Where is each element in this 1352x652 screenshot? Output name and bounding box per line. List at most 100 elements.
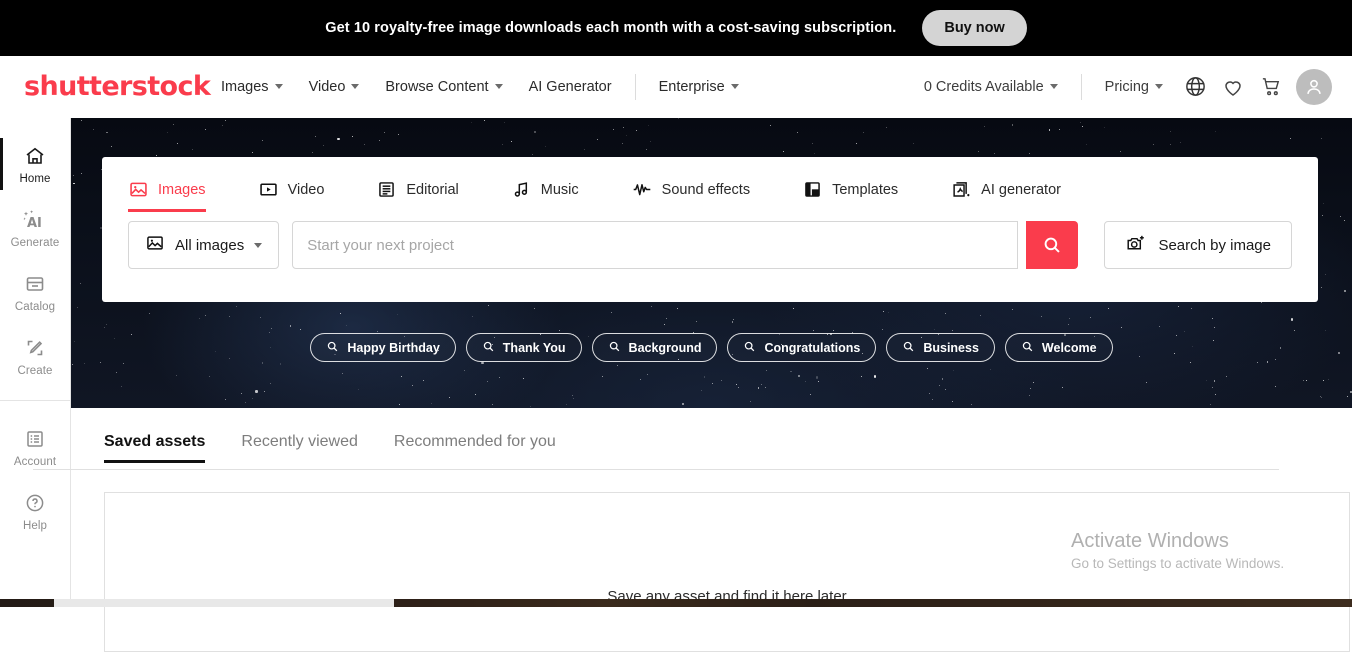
search-by-image-button[interactable]: Search by image	[1104, 221, 1292, 269]
taskbar-highlight	[54, 599, 394, 607]
editorial-doc-icon	[376, 179, 397, 200]
chip-label: Welcome	[1042, 341, 1097, 355]
promo-message: Get 10 royalty-free image downloads each…	[325, 20, 896, 36]
nav-divider	[635, 74, 636, 100]
tab-sound-effects[interactable]: Sound effects	[631, 179, 750, 212]
ai-sparkle-icon: AI	[22, 207, 48, 233]
chevron-down-icon	[275, 84, 283, 89]
tab-editorial[interactable]: Editorial	[376, 179, 458, 212]
waveform-icon	[631, 179, 653, 200]
pricing-menu[interactable]: Pricing	[1092, 73, 1176, 101]
nav-item-images-label: Images	[221, 79, 269, 95]
nav-item-browse-content-label: Browse Content	[385, 79, 488, 95]
search-controls-row: All images	[102, 213, 1318, 269]
search-icon	[902, 340, 915, 356]
tab-saved-assets[interactable]: Saved assets	[104, 433, 205, 463]
tab-video[interactable]: Video	[258, 179, 325, 212]
sidebar-item-home[interactable]: Home	[0, 132, 70, 196]
heart-icon	[1221, 75, 1245, 99]
cart-icon	[1260, 75, 1283, 98]
logo-text: shutterstock	[24, 71, 210, 102]
chip-background[interactable]: Background	[592, 333, 718, 362]
templates-layout-icon	[802, 179, 823, 200]
search-icon	[326, 340, 339, 356]
chevron-down-icon	[495, 84, 503, 89]
search-icon	[1041, 234, 1063, 256]
search-by-image-label: Search by image	[1158, 237, 1271, 254]
main-content-area: Saved assets Recently viewed Recommended…	[71, 408, 1352, 607]
chip-welcome[interactable]: Welcome	[1005, 333, 1113, 362]
favorites-button[interactable]	[1214, 68, 1252, 106]
search-submit-button[interactable]	[1026, 221, 1078, 269]
search-icon	[608, 340, 621, 356]
buy-now-button[interactable]: Buy now	[922, 10, 1026, 46]
nav-item-ai-generator-label: AI Generator	[529, 79, 612, 95]
sidebar-item-generate[interactable]: AI Generate	[0, 196, 70, 260]
chevron-down-icon	[731, 84, 739, 89]
search-icon	[1021, 340, 1034, 356]
tab-sound-effects-label: Sound effects	[662, 182, 750, 198]
sidebar-secondary-group: Account Help	[0, 401, 70, 543]
nav-item-ai-generator[interactable]: AI Generator	[516, 73, 625, 101]
promo-banner: Get 10 royalty-free image downloads each…	[0, 0, 1352, 56]
catalog-icon	[23, 271, 47, 297]
avatar-icon	[1303, 76, 1325, 98]
search-field-wrapper	[292, 221, 1018, 269]
credits-menu[interactable]: 0 Credits Available	[911, 73, 1071, 101]
tab-music-label: Music	[541, 182, 579, 198]
tab-templates[interactable]: Templates	[802, 179, 898, 212]
sidebar-item-generate-label: Generate	[11, 237, 60, 249]
image-icon	[145, 233, 165, 257]
chip-business[interactable]: Business	[886, 333, 995, 362]
hero-banner: Images Video	[71, 118, 1352, 408]
tab-ai-generator-label: AI generator	[981, 182, 1061, 198]
search-input[interactable]	[293, 222, 1017, 268]
tab-ai-generator[interactable]: AI generator	[950, 179, 1061, 213]
chip-congratulations[interactable]: Congratulations	[727, 333, 876, 362]
nav-item-enterprise-label: Enterprise	[659, 79, 725, 95]
language-globe-button[interactable]	[1176, 68, 1214, 106]
cart-button[interactable]	[1252, 68, 1290, 106]
sidebar-item-catalog-label: Catalog	[15, 301, 55, 313]
asset-type-dropdown[interactable]: All images	[128, 221, 279, 269]
tab-recently-viewed[interactable]: Recently viewed	[241, 433, 358, 463]
sidebar-item-catalog[interactable]: Catalog	[0, 260, 70, 324]
credits-label: 0 Credits Available	[924, 79, 1044, 95]
tab-images[interactable]: Images	[128, 179, 206, 212]
music-note-icon	[511, 179, 532, 200]
content-tabs: Saved assets Recently viewed Recommended…	[104, 433, 1350, 463]
sidebar-item-create[interactable]: Create	[0, 324, 70, 388]
chevron-down-icon	[254, 243, 262, 248]
tab-music[interactable]: Music	[511, 179, 579, 212]
video-play-icon	[258, 179, 279, 200]
account-list-icon	[23, 426, 47, 452]
chip-thank-you[interactable]: Thank You	[466, 333, 582, 362]
nav-item-video[interactable]: Video	[296, 73, 373, 101]
empty-state-card: Save any asset and find it here later	[104, 492, 1350, 652]
chevron-down-icon	[1050, 84, 1058, 89]
content-tabs-rule	[33, 469, 1279, 470]
account-avatar-button[interactable]	[1296, 69, 1332, 105]
nav-item-images[interactable]: Images	[208, 73, 296, 101]
suggested-search-chips: Happy Birthday Thank You Background	[71, 333, 1352, 362]
nav-right-cluster: 0 Credits Available Pricing	[911, 68, 1352, 106]
nav-item-video-label: Video	[309, 79, 346, 95]
chip-label: Congratulations	[764, 341, 860, 355]
sidebar-item-account-label: Account	[14, 456, 56, 468]
home-icon	[23, 143, 47, 169]
sidebar-item-help[interactable]: Help	[0, 479, 70, 543]
camera-plus-icon	[1125, 232, 1147, 258]
left-sidebar: Home AI Generate Catalog	[0, 118, 71, 607]
image-icon	[128, 179, 149, 200]
nav-item-browse-content[interactable]: Browse Content	[372, 73, 515, 101]
shutterstock-logo[interactable]: shutterstock	[24, 71, 184, 102]
tab-recommended-for-you[interactable]: Recommended for you	[394, 433, 556, 463]
search-icon	[482, 340, 495, 356]
chip-label: Thank You	[503, 341, 566, 355]
nav-item-enterprise[interactable]: Enterprise	[646, 73, 752, 101]
chip-happy-birthday[interactable]: Happy Birthday	[310, 333, 455, 362]
search-panel: Images Video	[102, 157, 1318, 302]
pricing-label: Pricing	[1105, 79, 1149, 95]
primary-nav-links: Images Video Browse Content AI Generator…	[208, 73, 752, 101]
chip-label: Happy Birthday	[347, 341, 439, 355]
